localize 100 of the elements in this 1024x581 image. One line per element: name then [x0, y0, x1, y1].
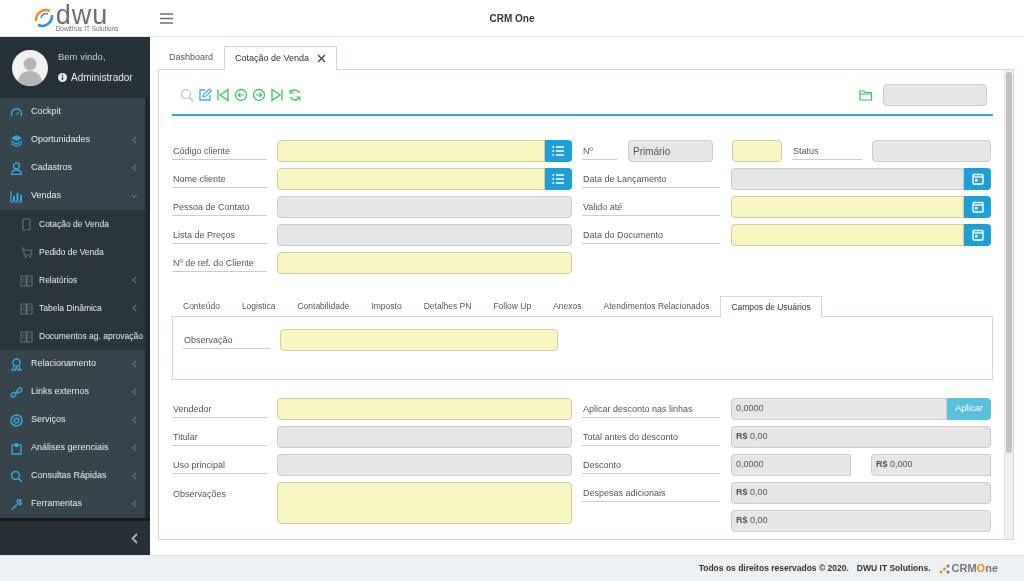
field-label: Data do Documento — [582, 224, 720, 244]
lifebuoy-icon — [10, 413, 23, 427]
book-icon — [20, 273, 33, 287]
cart-icon — [20, 245, 33, 259]
input-field[interactable] — [732, 140, 782, 162]
tab[interactable]: Contabilidade — [286, 296, 361, 316]
field-label: Código cliente — [172, 140, 267, 160]
menu-item[interactable]: Cockpit — [0, 98, 145, 126]
input-field[interactable] — [731, 224, 964, 246]
layers-icon — [10, 133, 23, 147]
list-icon — [552, 145, 565, 157]
refresh-icon[interactable] — [288, 88, 302, 102]
field-label: Data de Lançamento — [582, 168, 720, 188]
text-area[interactable] — [277, 482, 572, 524]
search-icon — [10, 469, 23, 483]
field-label: Lista de Preços — [172, 224, 267, 244]
calendar-button[interactable] — [964, 168, 991, 190]
chevron-left-icon — [131, 532, 138, 544]
gauge-icon — [10, 105, 23, 119]
tab[interactable]: Atendimentos Relacionados — [592, 296, 721, 316]
field-label: Desconto — [582, 454, 720, 474]
input-field[interactable] — [280, 329, 558, 351]
menu-item[interactable]: Cotação de Venda — [0, 210, 145, 238]
dropdown[interactable] — [277, 398, 572, 420]
clipboard-icon — [10, 441, 23, 455]
next-icon[interactable] — [252, 88, 266, 102]
tab[interactable]: Cotação de Venda — [224, 46, 338, 70]
tab[interactable]: Dashboard — [158, 46, 225, 69]
field-label: Nome cliente — [172, 168, 267, 188]
wrench-icon — [10, 497, 23, 511]
info-icon — [58, 73, 67, 83]
input-field[interactable] — [277, 140, 545, 162]
menu-item[interactable]: Cadastros — [0, 154, 145, 182]
user-icon — [10, 161, 23, 175]
tab[interactable]: Logistica — [230, 296, 287, 316]
last-icon[interactable] — [270, 88, 284, 102]
field-label: Total antes do desconto — [582, 426, 720, 446]
field-label: Vendedor — [172, 398, 267, 418]
menu-item[interactable]: Pedido de Venda — [0, 238, 145, 266]
link-icon — [10, 385, 23, 399]
list-icon — [552, 173, 565, 185]
company-name: DWU IT Solutions. — [856, 562, 931, 575]
menu-item[interactable]: Relatórios — [0, 266, 145, 294]
copyright-text: Todos os direitos reservados © 2020. — [698, 562, 849, 575]
tab[interactable]: Imposto — [360, 296, 413, 316]
field-label: Valido até — [582, 196, 720, 216]
menu-item[interactable]: Ferramentas — [0, 490, 145, 518]
brand-name: CRMOne — [951, 561, 998, 577]
tab[interactable]: Anexos — [542, 296, 593, 316]
menu-item[interactable]: Relacionamento — [0, 350, 145, 378]
search-icon[interactable] — [180, 88, 194, 102]
input-field[interactable] — [277, 252, 572, 274]
calendar-icon — [971, 229, 984, 241]
edit-icon[interactable] — [198, 88, 212, 102]
field-label: Status — [792, 140, 862, 160]
tab[interactable]: Follow Up — [482, 296, 543, 316]
field-label: Nº — [582, 140, 617, 160]
menu-item[interactable]: Links externos — [0, 378, 145, 406]
menu-item[interactable]: Consultas Rápidas — [0, 462, 145, 490]
folder-icon[interactable] — [859, 88, 873, 102]
menu-item[interactable]: Serviços — [0, 406, 145, 434]
award-icon — [10, 357, 23, 371]
user-name: Administrador — [71, 71, 133, 86]
calendar-button[interactable] — [964, 224, 991, 246]
brand-icon — [938, 562, 950, 575]
field-label: Titular — [172, 426, 267, 446]
menu-item[interactable]: Vendas — [0, 182, 145, 210]
document-icon — [20, 217, 33, 231]
field-label: Aplicar desconto nas linhas — [582, 398, 720, 418]
list-button[interactable] — [545, 168, 572, 190]
book-icon — [20, 301, 33, 315]
collapse-button[interactable] — [131, 532, 138, 544]
calendar-icon — [971, 201, 984, 213]
field-label: Observação — [183, 329, 270, 349]
book-icon — [20, 329, 33, 343]
field-label: Pessoa de Contato — [172, 196, 267, 216]
scrollbar[interactable] — [1004, 70, 1013, 539]
menu-item[interactable]: Oportunidades — [0, 126, 145, 154]
menu-item[interactable]: Documentos ag. aprovação — [0, 322, 145, 350]
tab[interactable]: Detalhes PN — [412, 296, 483, 316]
field-label: Nº de ref. do Cliente — [172, 252, 267, 272]
tab[interactable]: Conteúdo — [172, 296, 231, 316]
menu-icon — [160, 13, 173, 25]
menu-item[interactable]: Análises gerenciais — [0, 434, 145, 462]
bar-chart-icon — [10, 189, 23, 203]
input-field[interactable] — [277, 168, 545, 190]
first-icon[interactable] — [216, 88, 230, 102]
greeting-text: Bem vindo, — [58, 49, 107, 64]
app-title: CRM One — [489, 11, 535, 26]
previous-icon[interactable] — [234, 88, 248, 102]
avatar-icon — [12, 49, 48, 86]
tab[interactable]: Campos de Usuários — [720, 296, 822, 317]
field-label: Uso principal — [172, 454, 267, 474]
field-label: Observações — [172, 488, 228, 501]
calendar-icon — [971, 173, 984, 185]
list-button[interactable] — [545, 140, 572, 162]
calendar-button[interactable] — [964, 196, 991, 218]
field-label: Despesas adicionais — [582, 482, 720, 502]
input-field[interactable] — [731, 196, 964, 218]
menu-item[interactable]: Tabela Dinâmica — [0, 294, 145, 322]
